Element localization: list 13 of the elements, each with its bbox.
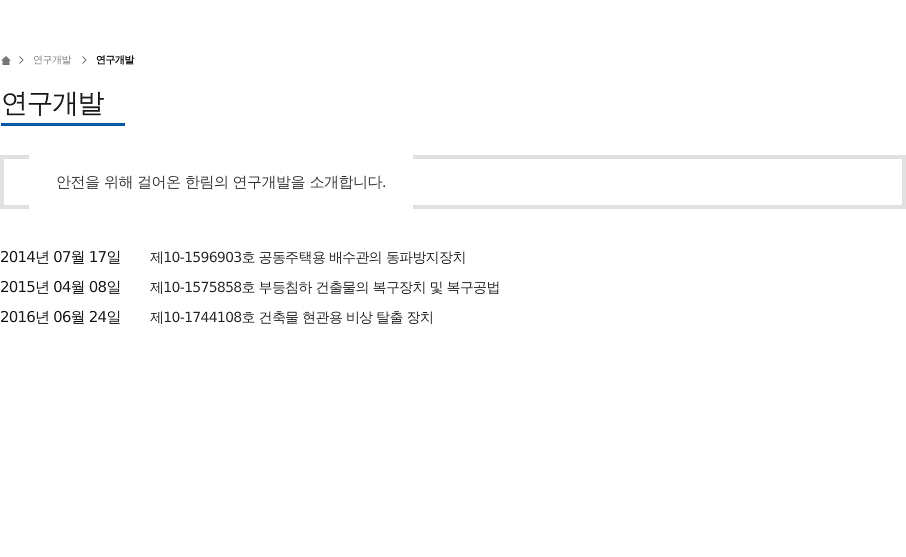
breadcrumb-link[interactable]: 연구개발 xyxy=(96,53,134,67)
patent-title: 제10-1575858호 부등침하 건출물의 복구장치 및 복구공법 xyxy=(150,278,500,296)
chevron-icon xyxy=(19,56,24,64)
patent-title: 제10-1596903호 공동주택용 배수관의 동파방지장치 xyxy=(150,248,466,266)
patent-title: 제10-1744108호 건축물 현관용 비상 탈출 장치 xyxy=(150,308,434,326)
intro-text: 안전을 위해 걸어온 한림의 연구개발을 소개합니다. xyxy=(29,155,414,209)
chevron-icon xyxy=(82,56,87,64)
patent-date: 2015년 04월 08일 xyxy=(0,278,122,297)
patent-date: 2014년 07월 17일 xyxy=(0,248,122,267)
breadcrumb-link[interactable]: 연구개발 xyxy=(33,53,71,67)
patent-date: 2016년 06월 24일 xyxy=(0,308,122,327)
home-icon[interactable] xyxy=(1,56,11,64)
page-title: 연구개발 xyxy=(1,85,125,126)
